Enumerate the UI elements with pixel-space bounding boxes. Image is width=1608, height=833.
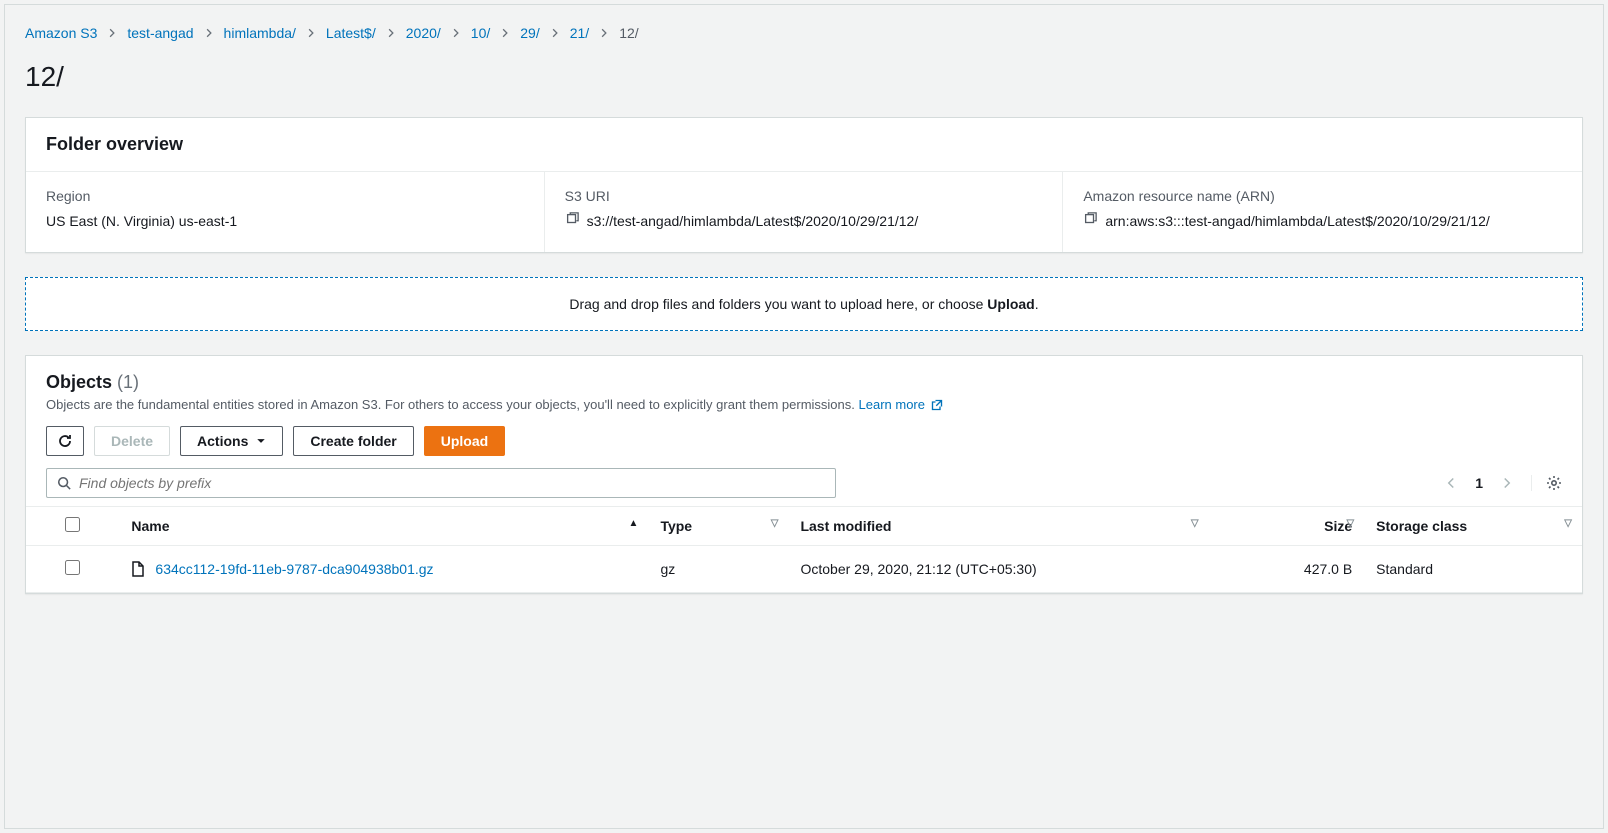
- table-row: 634cc112-19fd-11eb-9787-dca904938b01.gz …: [26, 546, 1582, 593]
- column-header-size[interactable]: Size ▽: [1209, 507, 1365, 546]
- folder-overview-heading: Folder overview: [46, 134, 1562, 155]
- chevron-right-icon: [451, 28, 461, 38]
- column-header-type[interactable]: Type ▽: [648, 507, 788, 546]
- chevron-right-icon: [500, 28, 510, 38]
- column-header-name[interactable]: Name ▲: [119, 507, 648, 546]
- filter-input-wrap[interactable]: [46, 468, 836, 498]
- chevron-right-icon: [550, 28, 560, 38]
- chevron-right-icon: [107, 28, 117, 38]
- sort-icon: ▽: [1346, 518, 1354, 529]
- region-label: Region: [46, 188, 524, 204]
- actions-button[interactable]: Actions: [180, 426, 283, 456]
- row-checkbox[interactable]: [65, 560, 80, 575]
- breadcrumb-link[interactable]: 21/: [570, 25, 589, 41]
- external-link-icon: [931, 399, 943, 411]
- upload-dropzone[interactable]: Drag and drop files and folders you want…: [25, 277, 1583, 331]
- s3uri-value: s3://test-angad/himlambda/Latest$/2020/1…: [587, 210, 919, 232]
- search-icon: [57, 476, 71, 490]
- dropzone-upload-word: Upload: [987, 296, 1034, 312]
- breadcrumb-link[interactable]: 29/: [520, 25, 539, 41]
- copy-icon[interactable]: [1083, 212, 1097, 226]
- cell-storage-class: Standard: [1364, 546, 1582, 593]
- s3uri-label: S3 URI: [565, 188, 1043, 204]
- objects-heading: Objects: [46, 372, 112, 392]
- caret-down-icon: [256, 436, 266, 446]
- sort-asc-icon: ▲: [629, 518, 639, 529]
- breadcrumb-link[interactable]: himlambda/: [224, 25, 296, 41]
- cell-type: gz: [648, 546, 788, 593]
- folder-overview-panel: Folder overview Region US East (N. Virgi…: [25, 117, 1583, 253]
- delete-button[interactable]: Delete: [94, 426, 170, 456]
- breadcrumb-link[interactable]: 2020/: [406, 25, 441, 41]
- prev-page-button[interactable]: [1445, 477, 1457, 489]
- dropzone-text: Drag and drop files and folders you want…: [569, 296, 987, 312]
- create-folder-button[interactable]: Create folder: [293, 426, 413, 456]
- breadcrumb-current: 12/: [619, 25, 638, 41]
- objects-count: (1): [117, 372, 139, 392]
- page-number: 1: [1475, 475, 1483, 491]
- copy-icon[interactable]: [565, 212, 579, 226]
- objects-toolbar: Delete Actions Create folder Upload: [46, 426, 1562, 456]
- learn-more-link[interactable]: Learn more: [859, 397, 943, 412]
- cell-last-modified: October 29, 2020, 21:12 (UTC+05:30): [788, 546, 1208, 593]
- sort-icon: ▽: [1564, 518, 1572, 529]
- breadcrumb-link[interactable]: test-angad: [127, 25, 193, 41]
- settings-button[interactable]: [1531, 475, 1562, 491]
- arn-label: Amazon resource name (ARN): [1083, 188, 1562, 204]
- objects-table: Name ▲ Type ▽ Last modified ▽ Size ▽: [26, 506, 1582, 593]
- chevron-right-icon: [306, 28, 316, 38]
- breadcrumb-link[interactable]: Amazon S3: [25, 25, 97, 41]
- upload-button[interactable]: Upload: [424, 426, 505, 456]
- refresh-icon: [57, 433, 73, 449]
- arn-value: arn:aws:s3:::test-angad/himlambda/Latest…: [1105, 210, 1489, 232]
- file-icon: [131, 561, 145, 577]
- sort-icon: ▽: [771, 518, 779, 529]
- select-all-checkbox[interactable]: [65, 517, 80, 532]
- chevron-right-icon: [204, 28, 214, 38]
- column-header-storage-class[interactable]: Storage class ▽: [1364, 507, 1582, 546]
- filter-input[interactable]: [79, 475, 825, 491]
- pagination: 1: [1445, 475, 1562, 491]
- breadcrumb-link[interactable]: 10/: [471, 25, 490, 41]
- page-title: 12/: [25, 61, 1583, 93]
- refresh-button[interactable]: [46, 426, 84, 456]
- cell-size: 427.0 B: [1209, 546, 1365, 593]
- chevron-right-icon: [599, 28, 609, 38]
- dropzone-text-after: .: [1035, 296, 1039, 312]
- next-page-button[interactable]: [1501, 477, 1513, 489]
- region-value: US East (N. Virginia) us-east-1: [46, 210, 237, 232]
- chevron-right-icon: [386, 28, 396, 38]
- gear-icon: [1546, 475, 1562, 491]
- objects-panel: Objects (1) Objects are the fundamental …: [25, 355, 1583, 594]
- column-header-last-modified[interactable]: Last modified ▽: [788, 507, 1208, 546]
- sort-icon: ▽: [1191, 518, 1199, 529]
- object-name-link[interactable]: 634cc112-19fd-11eb-9787-dca904938b01.gz: [155, 561, 433, 577]
- breadcrumb-link[interactable]: Latest$/: [326, 25, 376, 41]
- objects-description: Objects are the fundamental entities sto…: [46, 397, 855, 412]
- breadcrumb: Amazon S3 test-angad himlambda/ Latest$/…: [25, 25, 1583, 41]
